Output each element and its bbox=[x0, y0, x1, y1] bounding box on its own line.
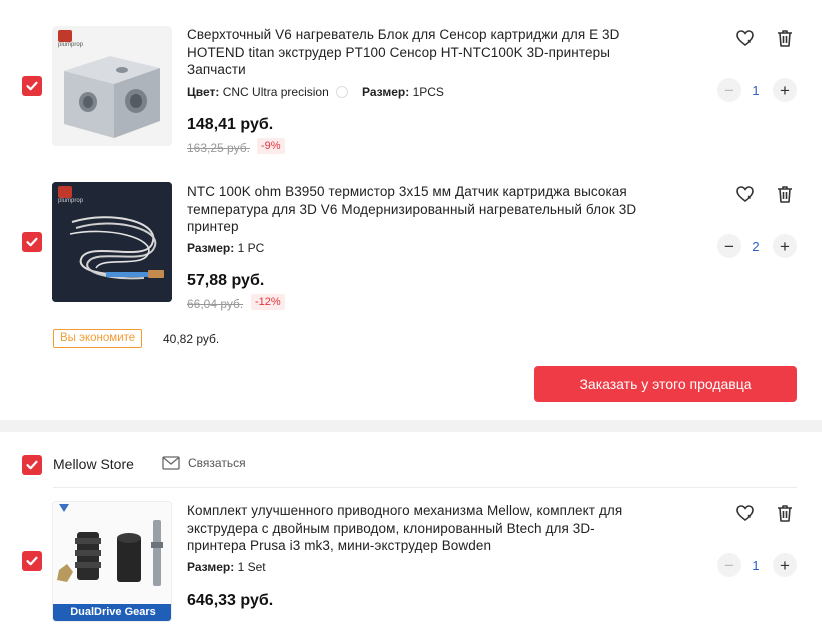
checkmark-icon bbox=[26, 237, 38, 247]
image-caption: DualDrive Gears bbox=[70, 606, 156, 618]
order-from-seller-button[interactable]: Заказать у этого продавца bbox=[534, 366, 797, 402]
quantity-value[interactable]: 1 bbox=[746, 558, 766, 573]
wishlist-button[interactable] bbox=[734, 502, 756, 524]
product-old-price: 163,25 руб. bbox=[187, 141, 250, 155]
product-price: 57,88 руб. bbox=[187, 272, 265, 289]
discount-badge: -9% bbox=[257, 138, 285, 154]
product-image[interactable]: plumprop bbox=[52, 182, 172, 302]
product-title[interactable]: Сверхточный V6 нагреватель Блок для Сенс… bbox=[187, 26, 652, 79]
heart-icon bbox=[736, 505, 754, 522]
product-attribute-size: Размер: 1PCS bbox=[362, 85, 444, 99]
quantity-value[interactable]: 2 bbox=[746, 239, 766, 254]
wishlist-button[interactable] bbox=[734, 27, 756, 49]
item-checkbox[interactable] bbox=[22, 551, 42, 571]
decrease-quantity-button[interactable]: − bbox=[717, 78, 741, 102]
decrease-quantity-button[interactable]: − bbox=[717, 234, 741, 258]
delete-button[interactable] bbox=[774, 27, 796, 49]
heart-icon bbox=[736, 186, 754, 203]
item-checkbox[interactable] bbox=[22, 232, 42, 252]
product-image[interactable]: plumprop bbox=[52, 26, 172, 146]
checkmark-icon bbox=[26, 81, 38, 91]
color-swatch bbox=[336, 86, 348, 98]
checkmark-icon bbox=[26, 460, 38, 470]
discount-badge: -12% bbox=[251, 294, 285, 310]
item-checkbox[interactable] bbox=[22, 76, 42, 96]
quantity-value[interactable]: 1 bbox=[746, 83, 766, 98]
section-divider bbox=[0, 420, 822, 432]
product-image[interactable]: DualDrive Gears bbox=[52, 501, 172, 622]
savings-badge: Вы экономите bbox=[53, 329, 143, 348]
store-divider bbox=[53, 487, 797, 488]
product-attribute-size: Размер: 1 Set bbox=[187, 560, 266, 574]
savings-amount: 40,82 руб. bbox=[163, 332, 220, 346]
product-title[interactable]: NTC 100K ohm B3950 термистор 3x15 мм Дат… bbox=[187, 183, 652, 236]
product-old-price: 66,04 руб. bbox=[187, 297, 244, 311]
heart-icon bbox=[736, 30, 754, 47]
store-name[interactable]: Mellow Store bbox=[53, 456, 134, 472]
envelope-icon bbox=[162, 456, 180, 470]
product-price: 646,33 руб. bbox=[187, 592, 274, 609]
store-checkbox[interactable] bbox=[22, 455, 42, 475]
product-attribute-color: Цвет: CNC Ultra precision bbox=[187, 85, 329, 99]
product-price: 148,41 руб. bbox=[187, 116, 274, 133]
brand-logo: plumprop bbox=[58, 198, 84, 204]
contact-label: Связаться bbox=[188, 456, 246, 470]
contact-seller-button[interactable]: Связаться bbox=[162, 456, 246, 470]
product-title[interactable]: Комплект улучшенного приводного механизм… bbox=[187, 502, 652, 555]
trash-icon bbox=[778, 30, 792, 47]
increase-quantity-button[interactable]: + bbox=[773, 553, 797, 577]
increase-quantity-button[interactable]: + bbox=[773, 234, 797, 258]
trash-icon bbox=[778, 186, 792, 203]
checkmark-icon bbox=[26, 556, 38, 566]
brand-logo: plumprop bbox=[58, 42, 84, 48]
trash-icon bbox=[778, 505, 792, 522]
wishlist-button[interactable] bbox=[734, 183, 756, 205]
delete-button[interactable] bbox=[774, 183, 796, 205]
product-attribute-size: Размер: 1 PC bbox=[187, 241, 265, 255]
decrease-quantity-button[interactable]: − bbox=[717, 553, 741, 577]
increase-quantity-button[interactable]: + bbox=[773, 78, 797, 102]
delete-button[interactable] bbox=[774, 502, 796, 524]
